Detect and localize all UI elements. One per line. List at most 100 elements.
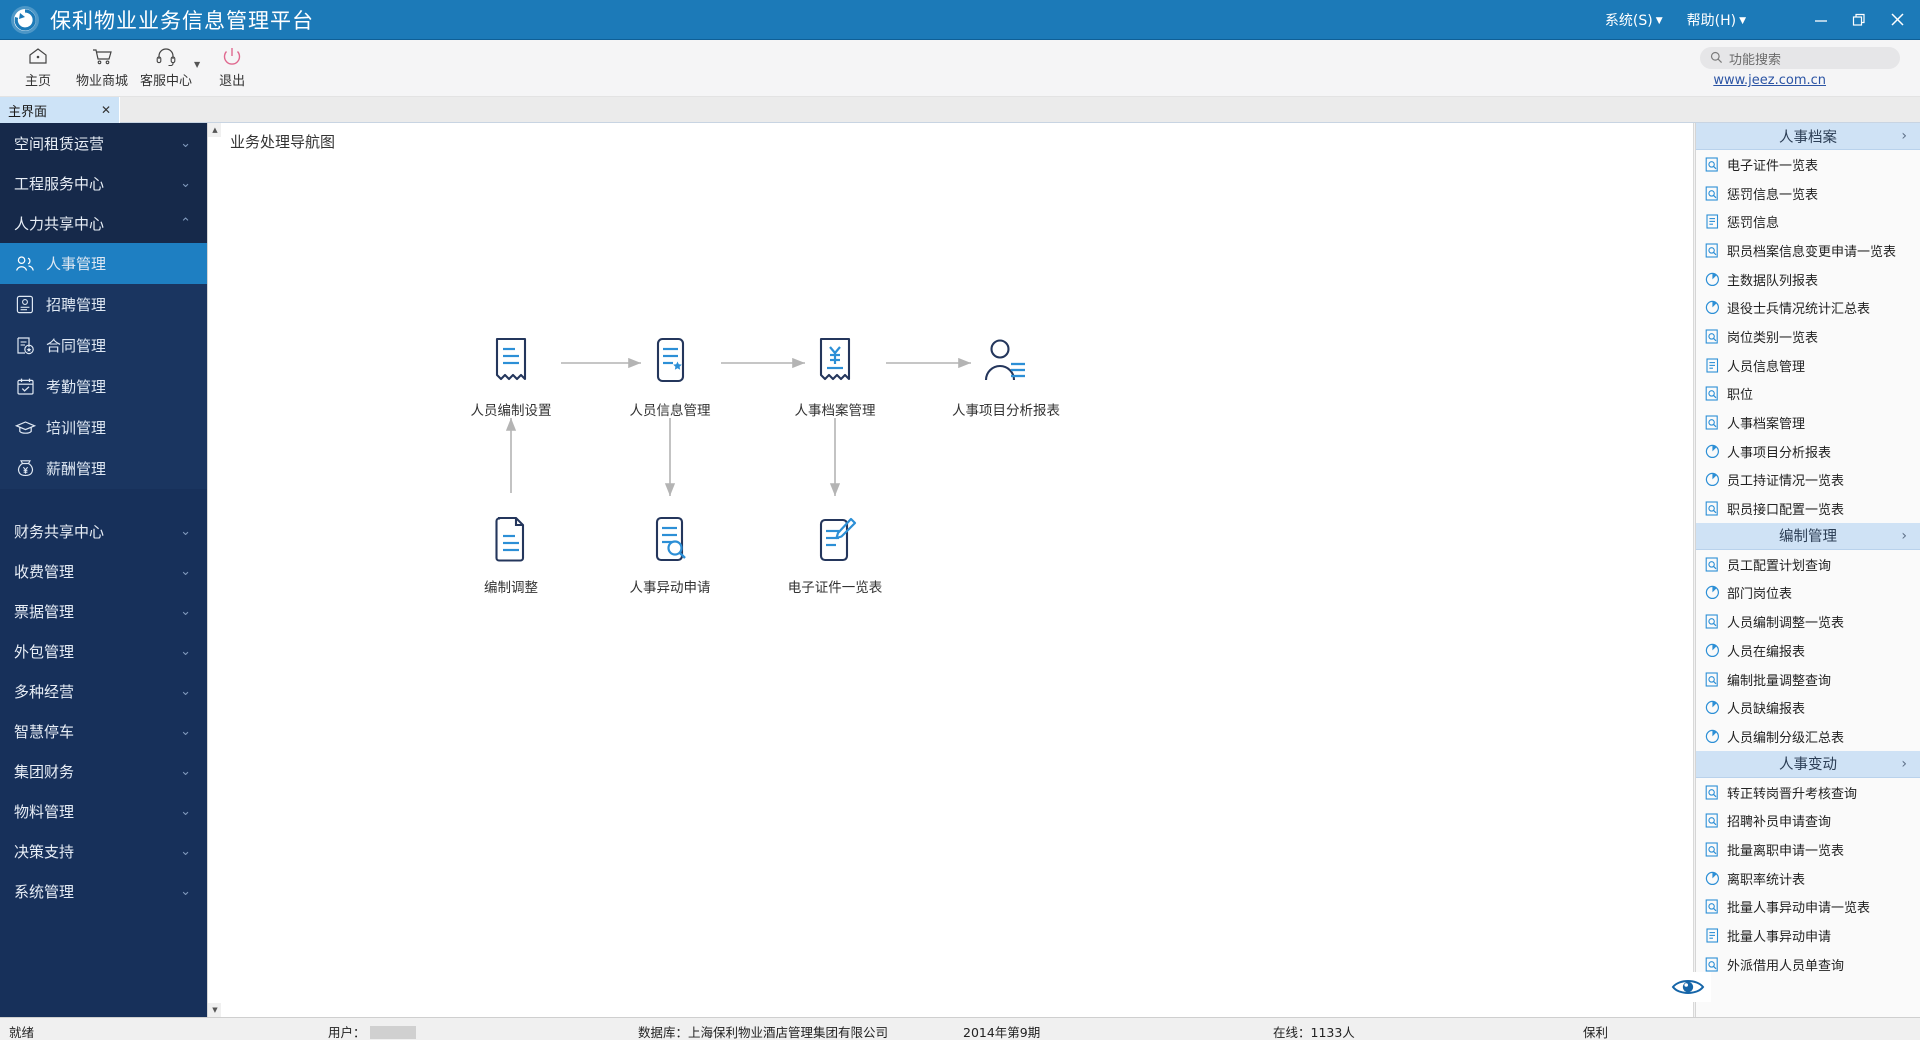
sidebar-item-label: 招聘管理 bbox=[46, 296, 107, 314]
list-item[interactable]: 人员缺编报表 bbox=[1696, 693, 1920, 722]
list-item[interactable]: 离职率统计表 bbox=[1696, 864, 1920, 893]
toolbar-button-service[interactable]: 客服中心 bbox=[134, 44, 198, 89]
list-item[interactable]: 批量人事异动申请一览表 bbox=[1696, 893, 1920, 922]
scroll-down-arrow-icon[interactable]: ▼ bbox=[208, 1003, 222, 1017]
caret-down-icon: ▼ bbox=[1655, 15, 1663, 26]
sidebar-item-training[interactable]: 培训管理 bbox=[0, 407, 207, 448]
sidebar-group-space-leasing[interactable]: 空间租赁运营 ⌄ bbox=[0, 123, 207, 163]
sidebar-item-contract[interactable]: 合同管理 bbox=[0, 325, 207, 366]
list-item[interactable]: 招聘补员申请查询 bbox=[1696, 806, 1920, 835]
sidebar-group-bills[interactable]: 票据管理 ⌄ bbox=[0, 591, 207, 631]
sidebar-group-label: 决策支持 bbox=[14, 842, 75, 861]
flow-node-hr-change-request[interactable]: 人事异动申请 bbox=[605, 505, 735, 596]
scrollbar-thumb[interactable] bbox=[208, 137, 222, 231]
flow-node-staffing-adjust[interactable]: 编制调整 bbox=[446, 505, 576, 596]
toolbar-button-home[interactable]: 主页 bbox=[6, 44, 70, 89]
close-button[interactable] bbox=[1878, 0, 1916, 40]
list-item[interactable]: 电子证件一览表 bbox=[1696, 150, 1920, 179]
flow-node-hr-archive[interactable]: 人事档案管理 bbox=[770, 328, 900, 419]
document-search-icon bbox=[605, 505, 735, 567]
list-item[interactable]: 编制批量调整查询 bbox=[1696, 665, 1920, 694]
sidebar-group-hr-shared-center[interactable]: 人力共享中心 ⌃ bbox=[0, 203, 207, 243]
tab-main-interface[interactable]: 主界面 ✕ bbox=[0, 97, 120, 123]
sidebar-group-materials[interactable]: 物料管理 ⌄ bbox=[0, 791, 207, 831]
menu-system[interactable]: 系统(S) ▼ bbox=[1593, 10, 1675, 30]
list-item[interactable]: 惩罚信息 bbox=[1696, 207, 1920, 236]
close-icon[interactable]: ✕ bbox=[101, 103, 111, 117]
list-item[interactable]: 转正转岗晋升考核查询 bbox=[1696, 778, 1920, 807]
list-item[interactable]: 人事项目分析报表 bbox=[1696, 437, 1920, 466]
application-window: 保利物业业务信息管理平台 系统(S) ▼ 帮助(H) ▼ 主页 物业商城 客服中… bbox=[0, 0, 1920, 1040]
doc-search-icon bbox=[1705, 614, 1720, 629]
list-item-label: 员工配置计划查询 bbox=[1727, 558, 1832, 574]
flow-node-staffing-setup[interactable]: 人员编制设置 bbox=[446, 328, 576, 419]
status-ready: 就绪 bbox=[9, 1025, 35, 1040]
list-item[interactable]: 人员在编报表 bbox=[1696, 636, 1920, 665]
list-item[interactable]: 岗位类别一览表 bbox=[1696, 322, 1920, 351]
doc-search-icon bbox=[1705, 243, 1720, 258]
sidebar-group-finance-shared[interactable]: 财务共享中心 ⌄ bbox=[0, 511, 207, 551]
flow-node-label: 人事项目分析报表 bbox=[952, 403, 1060, 419]
list-item[interactable]: 部门岗位表 bbox=[1696, 579, 1920, 608]
list-item[interactable]: 职员接口配置一览表 bbox=[1696, 494, 1920, 523]
list-item[interactable]: 员工配置计划查询 bbox=[1696, 550, 1920, 579]
section-title: 编制管理 bbox=[1779, 529, 1837, 546]
list-item[interactable]: 职员档案信息变更申请一览表 bbox=[1696, 236, 1920, 265]
sidebar-item-attendance[interactable]: 考勤管理 bbox=[0, 366, 207, 407]
chevron-down-icon: ⌄ bbox=[180, 563, 191, 579]
doc-search-icon bbox=[1705, 185, 1720, 201]
sidebar-group-system-management[interactable]: 系统管理 ⌄ bbox=[0, 871, 207, 911]
toolbar-button-mall[interactable]: 物业商城 bbox=[70, 44, 134, 89]
flow-node-hr-project-report[interactable]: 人事项目分析报表 bbox=[941, 328, 1071, 419]
sidebar-group-outsourcing[interactable]: 外包管理 ⌄ bbox=[0, 631, 207, 671]
list-item[interactable]: 惩罚信息一览表 bbox=[1696, 179, 1920, 208]
flow-node-personnel-info[interactable]: 人员信息管理 bbox=[605, 328, 735, 419]
flow-connectors bbox=[505, 357, 971, 496]
search-input[interactable]: 功能搜索 bbox=[1700, 47, 1900, 69]
list-item-label: 岗位类别一览表 bbox=[1727, 330, 1819, 346]
flow-node-ecert-list[interactable]: 电子证件一览表 bbox=[770, 505, 900, 596]
sidebar-group-charging[interactable]: 收费管理 ⌄ bbox=[0, 551, 207, 591]
list-item[interactable]: 人员信息管理 bbox=[1696, 351, 1920, 380]
right-panel-section-header-hr-archive[interactable]: 人事档案 › bbox=[1696, 123, 1920, 150]
list-item[interactable]: 退役士兵情况统计汇总表 bbox=[1696, 293, 1920, 322]
list-item[interactable]: 人员编制分级汇总表 bbox=[1696, 722, 1920, 751]
doc-search-icon bbox=[1705, 842, 1720, 857]
list-item[interactable]: 职位 bbox=[1696, 380, 1920, 409]
right-panel-section-header-hr-changes[interactable]: 人事变动 › bbox=[1696, 750, 1920, 778]
list-item[interactable]: 人员编制调整一览表 bbox=[1696, 607, 1920, 636]
sidebar-scrollbar[interactable]: ▲ ▼ bbox=[207, 123, 222, 1017]
website-link[interactable]: www.jeez.com.cn bbox=[1713, 73, 1826, 88]
sidebar-item-recruitment[interactable]: 招聘管理 bbox=[0, 284, 207, 325]
menu-system-label: 系统(S) bbox=[1604, 12, 1653, 29]
scroll-up-arrow-icon[interactable]: ▲ bbox=[208, 123, 222, 137]
eye-icon[interactable] bbox=[1665, 972, 1711, 1002]
sidebar-group-smart-parking[interactable]: 智慧停车 ⌄ bbox=[0, 711, 207, 751]
restore-button[interactable] bbox=[1840, 0, 1878, 40]
right-panel-section-header-staffing[interactable]: 编制管理 › bbox=[1696, 522, 1920, 550]
sidebar-item-personnel-management[interactable]: 人事管理 bbox=[0, 243, 207, 284]
list-item[interactable]: 批量人事异动申请 bbox=[1696, 921, 1920, 950]
graduation-cap-icon bbox=[12, 417, 38, 439]
list-item[interactable]: 人事档案管理 bbox=[1696, 408, 1920, 437]
right-panel-list-staffing: 员工配置计划查询 部门岗位表 人员编制调整一览表 人员在编报表 编制批量调整查询… bbox=[1696, 550, 1920, 751]
sidebar-group-engineering[interactable]: 工程服务中心 ⌄ bbox=[0, 163, 207, 203]
sidebar-group-decision-support[interactable]: 决策支持 ⌄ bbox=[0, 831, 207, 871]
app-logo-icon bbox=[8, 3, 42, 37]
list-item-label: 惩罚信息 bbox=[1727, 216, 1780, 232]
section-title: 人事档案 bbox=[1779, 129, 1837, 146]
list-item-label: 电子证件一览表 bbox=[1727, 158, 1819, 174]
list-item-label: 人员编制调整一览表 bbox=[1727, 616, 1845, 632]
shopping-cart-icon bbox=[90, 44, 114, 68]
scrollbar-track[interactable] bbox=[208, 137, 222, 1003]
menu-help[interactable]: 帮助(H) ▼ bbox=[1675, 10, 1758, 30]
list-item[interactable]: 外派借用人员单查询 bbox=[1696, 950, 1920, 979]
list-item[interactable]: 主数据队列报表 bbox=[1696, 265, 1920, 294]
sidebar-group-diversified-operations[interactable]: 多种经营 ⌄ bbox=[0, 671, 207, 711]
sidebar-group-group-finance[interactable]: 集团财务 ⌄ bbox=[0, 751, 207, 791]
toolbar-button-logout[interactable]: 退出 bbox=[200, 44, 264, 89]
minimize-button[interactable] bbox=[1802, 0, 1840, 40]
list-item[interactable]: 批量离职申请一览表 bbox=[1696, 835, 1920, 864]
list-item[interactable]: 员工持证情况一览表 bbox=[1696, 466, 1920, 495]
sidebar-item-payroll[interactable]: 薪酬管理 bbox=[0, 448, 207, 489]
